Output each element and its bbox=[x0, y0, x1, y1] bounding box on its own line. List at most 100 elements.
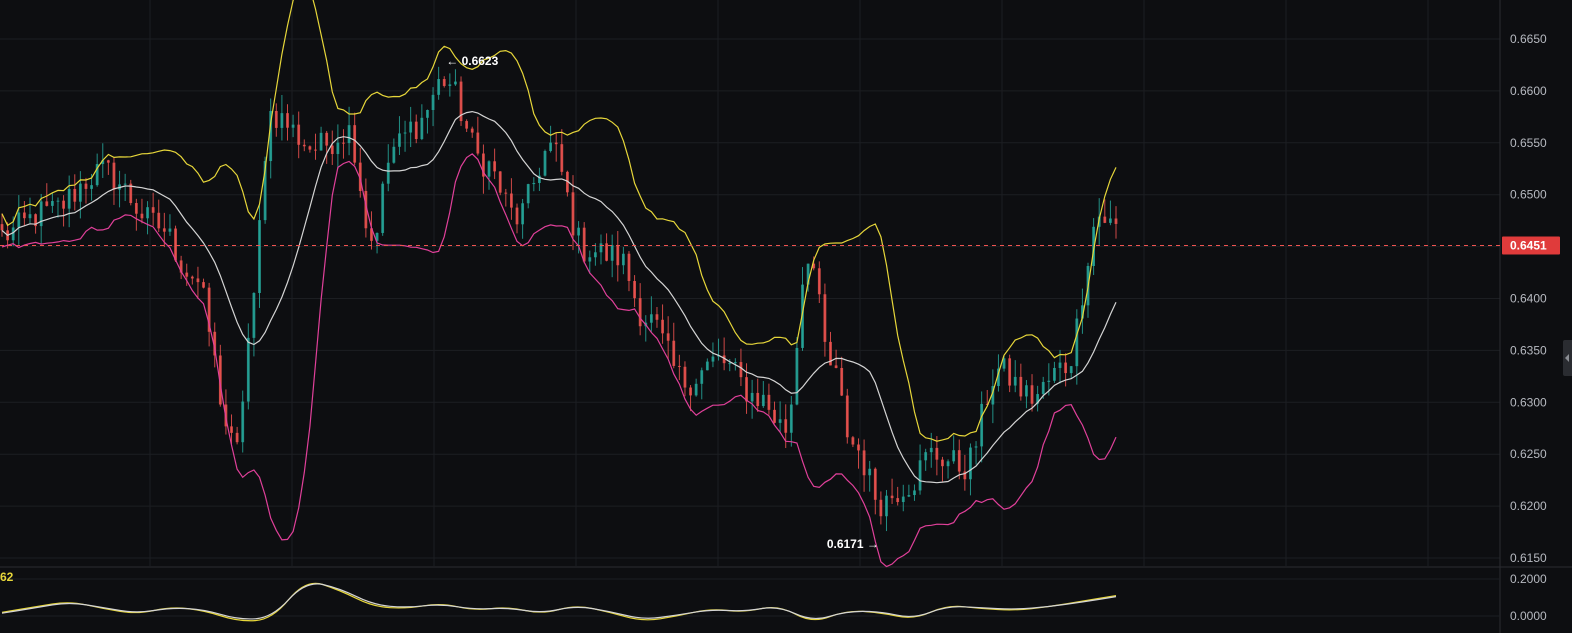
candle-body bbox=[873, 468, 877, 500]
candle bbox=[84, 177, 88, 204]
candle-body bbox=[879, 499, 883, 517]
candle-body bbox=[196, 278, 200, 283]
candle-body bbox=[711, 356, 715, 362]
candle bbox=[549, 125, 553, 153]
bollinger-middle-line bbox=[1, 110, 1117, 484]
candle-body bbox=[918, 460, 922, 491]
candle-body bbox=[454, 81, 457, 85]
candle bbox=[487, 160, 491, 190]
candle bbox=[543, 149, 547, 177]
candle bbox=[134, 198, 138, 231]
candle-body bbox=[745, 377, 748, 402]
candle-body bbox=[347, 125, 351, 144]
candle bbox=[392, 138, 396, 164]
price-tick-label: 0.6400 bbox=[1510, 292, 1547, 306]
candle bbox=[465, 119, 469, 133]
candle-body bbox=[392, 146, 396, 163]
candle-body bbox=[420, 117, 424, 140]
candle bbox=[409, 106, 413, 148]
candle bbox=[532, 177, 536, 192]
osc-signal-line bbox=[1, 582, 1117, 622]
candle bbox=[196, 266, 200, 300]
candle-body bbox=[342, 142, 345, 144]
candle bbox=[106, 159, 110, 175]
candle-body bbox=[683, 366, 687, 388]
candle-body bbox=[980, 403, 984, 447]
candle bbox=[386, 144, 390, 192]
candle-body bbox=[974, 446, 978, 448]
candle-body bbox=[935, 447, 939, 460]
candle bbox=[952, 435, 956, 464]
candle-body bbox=[291, 124, 295, 128]
osc-indicator-label: 62 bbox=[0, 570, 14, 584]
candle bbox=[1103, 199, 1107, 224]
candle bbox=[694, 378, 698, 397]
candle-body bbox=[851, 437, 855, 445]
candle bbox=[862, 439, 866, 492]
candle-body bbox=[286, 113, 289, 128]
current-price-line: 0.6451 bbox=[0, 236, 1560, 255]
candle-body bbox=[146, 207, 149, 219]
candle bbox=[890, 478, 894, 504]
candle-body bbox=[493, 161, 497, 172]
candle bbox=[358, 147, 362, 198]
candle bbox=[252, 292, 256, 357]
candle bbox=[67, 175, 71, 228]
candle-body bbox=[1030, 385, 1034, 404]
candle-body bbox=[465, 121, 469, 129]
high-price-annotation: ← 0.6623 bbox=[446, 54, 498, 68]
price-scale-handle[interactable] bbox=[1563, 340, 1572, 376]
candle bbox=[957, 439, 961, 480]
price-tick-label: 0.6250 bbox=[1510, 447, 1547, 461]
candle-body bbox=[638, 298, 642, 327]
candle-body bbox=[969, 447, 972, 480]
candle bbox=[599, 234, 603, 265]
price-tick-label: 0.6300 bbox=[1510, 395, 1547, 409]
candle bbox=[190, 275, 194, 285]
candle-body bbox=[924, 452, 928, 461]
candle bbox=[1008, 354, 1012, 393]
price-tick-label: 0.6200 bbox=[1510, 499, 1547, 513]
chart-canvas[interactable]: 0.6650 0.6600 0.6550 0.6500 0.6400 0.6350 0.63… bbox=[0, 0, 1572, 633]
candle-body bbox=[840, 367, 844, 396]
candle bbox=[868, 460, 872, 492]
candle-body bbox=[470, 128, 474, 133]
candle bbox=[974, 441, 978, 465]
candle bbox=[510, 178, 513, 220]
candle-body bbox=[1047, 380, 1051, 382]
candle-body bbox=[946, 461, 950, 467]
candle-body bbox=[1041, 381, 1045, 395]
candle-body bbox=[823, 294, 827, 342]
candle-body bbox=[325, 132, 329, 146]
candle-body bbox=[610, 245, 614, 261]
candle bbox=[610, 234, 614, 278]
candle-body bbox=[672, 340, 676, 366]
current-price-label: 0.6451 bbox=[1510, 239, 1547, 253]
candle-body bbox=[890, 495, 894, 499]
candle-body bbox=[733, 362, 737, 364]
price-tick-label: 0.6500 bbox=[1510, 188, 1547, 202]
candle-body bbox=[689, 387, 692, 396]
candle-body bbox=[174, 228, 177, 261]
candle bbox=[767, 383, 771, 415]
candle bbox=[297, 111, 301, 159]
price-tick-label: 0.6650 bbox=[1510, 32, 1547, 46]
candle bbox=[935, 436, 939, 476]
candle-body bbox=[476, 132, 480, 154]
candle bbox=[521, 198, 525, 239]
candle-body bbox=[112, 162, 116, 190]
candle bbox=[638, 283, 642, 336]
candle bbox=[941, 456, 944, 482]
candle bbox=[918, 444, 922, 495]
candle bbox=[62, 195, 65, 227]
candle bbox=[756, 378, 760, 412]
candle bbox=[403, 120, 407, 152]
candle-body bbox=[700, 370, 704, 384]
candle bbox=[677, 354, 681, 381]
candle-body bbox=[941, 459, 944, 467]
grid-lines bbox=[0, 0, 1572, 633]
candle bbox=[286, 104, 289, 141]
candle-body bbox=[795, 347, 799, 405]
candle-body bbox=[67, 188, 71, 209]
candle bbox=[274, 103, 278, 137]
